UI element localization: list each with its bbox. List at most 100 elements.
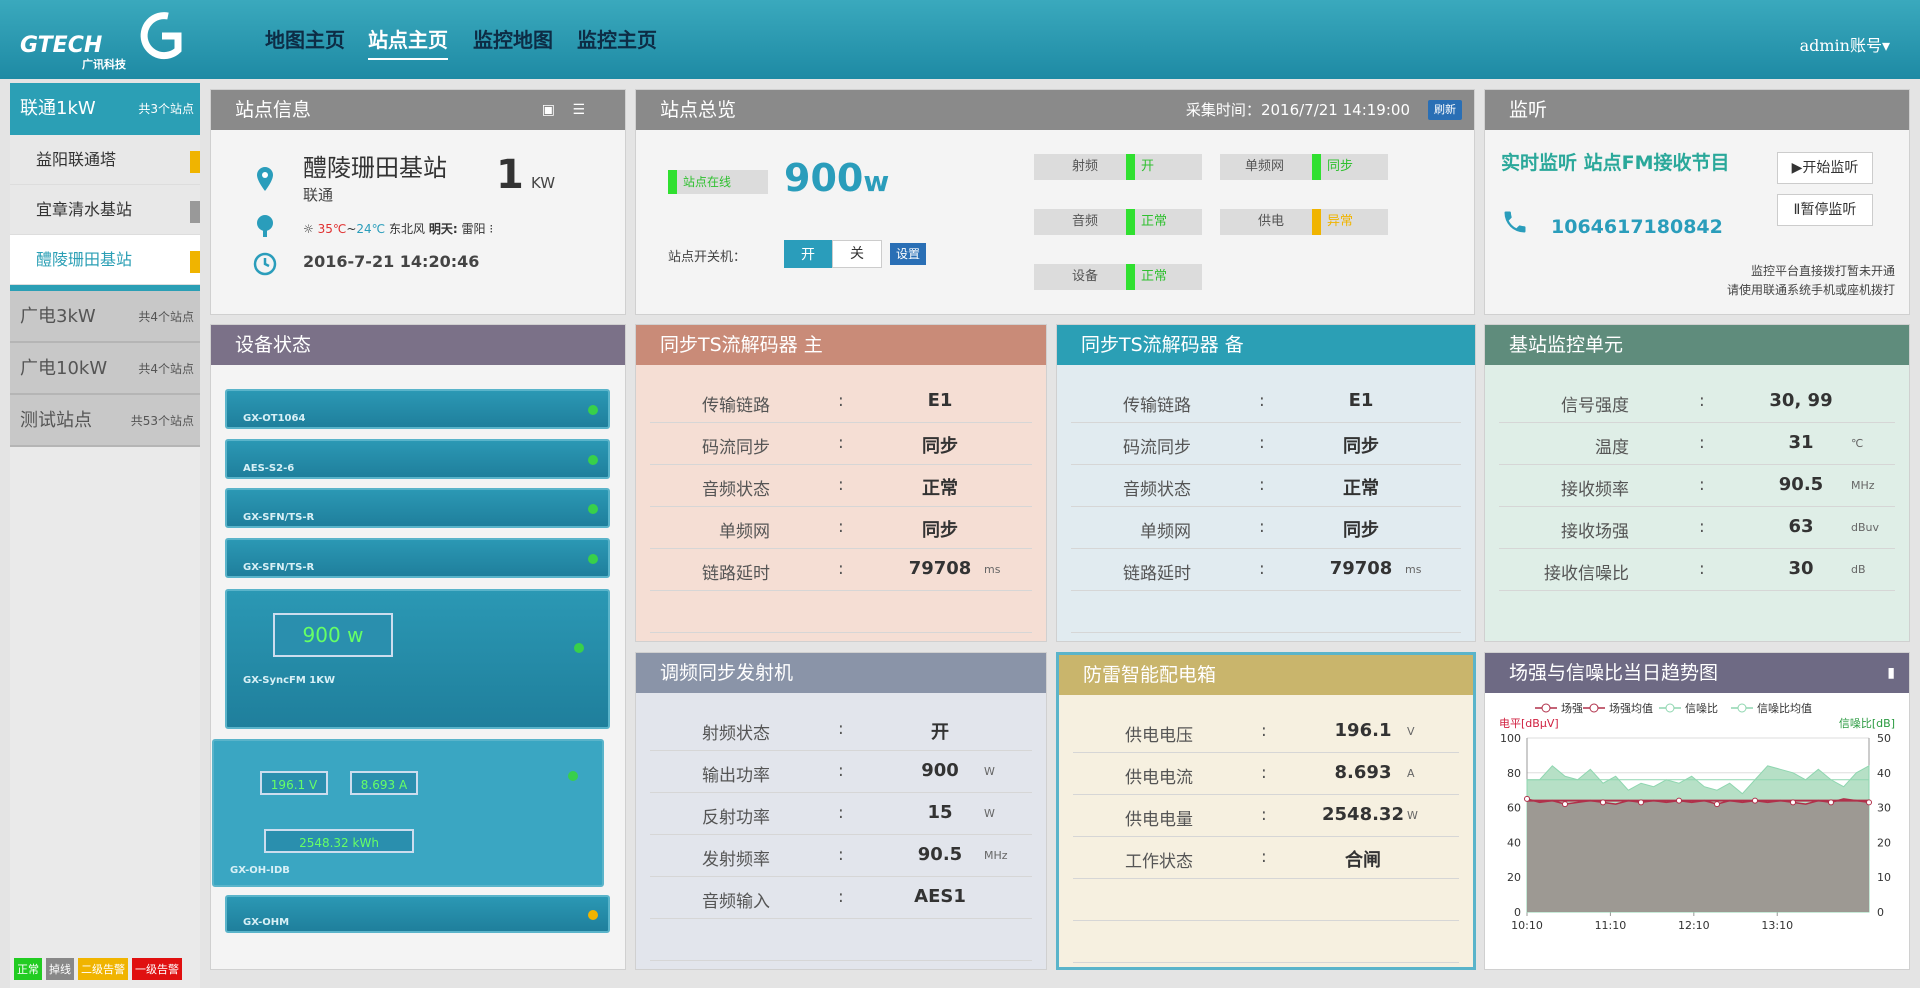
refresh-button[interactable]: 刷新 — [1428, 100, 1462, 120]
power-distribution-panel: 防雷智能配电箱 供电电压:196.1 V 供电电流:8.693 A 供电电量:254… — [1056, 652, 1476, 970]
device-gx-sfn-ts-r-1[interactable]: GX-SFN/TS-R — [225, 488, 610, 528]
legend-marker — [1737, 703, 1747, 713]
top-bar: GTECH 广讯科技 地图主页 站点主页 监控地图 监控主页 admin账号▾ — [0, 0, 1920, 79]
device-label: GX-SFN/TS-R — [243, 562, 315, 573]
x-tick-label: 10:10 — [1511, 919, 1543, 932]
row-colon: : — [838, 887, 844, 907]
collect-label: 采集时间： — [1185, 101, 1261, 119]
device-gx-ohm[interactable]: GX-OHM — [225, 895, 610, 933]
legend-label: 信噪比均值 — [1757, 702, 1812, 715]
status-audio: 音频 正常 — [1034, 209, 1202, 235]
y-tick-label: 80 — [1507, 767, 1521, 780]
group-count: 共3个站点 — [138, 102, 194, 116]
table-row: 传输链路: E1 — [650, 381, 1032, 423]
row-unit: W — [984, 765, 995, 778]
row-colon: : — [1699, 517, 1705, 537]
row-colon: : — [1259, 433, 1265, 453]
sidebar-item-yiyang[interactable]: 益阳联通塔 — [10, 135, 200, 185]
pause-listen-button[interactable]: Ⅱ暂停监听 — [1777, 194, 1873, 226]
row-key: 发射频率 — [702, 850, 770, 870]
row-colon: : — [838, 475, 844, 495]
sidebar-group-test[interactable]: 测试站点 共53个站点 — [10, 395, 200, 447]
row-unit: MHz — [1851, 479, 1875, 492]
row-key: 单频网 — [719, 522, 770, 542]
row-value: 合闸 — [1345, 850, 1381, 871]
bar-chart-icon[interactable]: ▮ — [1887, 653, 1895, 693]
status-value: 正常 — [1141, 269, 1168, 284]
field-strength-area — [1527, 798, 1869, 912]
gtech-logo[interactable]: GTECH 广讯科技 — [18, 8, 188, 70]
list-icon[interactable]: ☰ — [572, 90, 585, 130]
panel-header: 防雷智能配电箱 — [1059, 655, 1473, 695]
field-strength-point — [1600, 799, 1606, 806]
row-key: 工作状态 — [1125, 852, 1193, 872]
start-listen-button[interactable]: ▶开始监听 — [1777, 152, 1873, 184]
sidebar-group-gd-3kw[interactable]: 广电3kW 共4个站点 — [10, 291, 200, 343]
table-row: 码流同步: 同步 — [1071, 423, 1461, 465]
status-bar — [1126, 154, 1135, 180]
status-bar — [1126, 264, 1135, 290]
table-row — [650, 591, 1032, 633]
row-value: E1 — [927, 390, 953, 411]
group-label: 测试站点 — [20, 410, 92, 431]
y2-tick-label: 20 — [1877, 836, 1891, 849]
sidebar-group-unicom-1kw[interactable]: 联通1kW 共3个站点 — [10, 83, 200, 135]
device-gx-ot1064[interactable]: GX-OT1064 — [225, 389, 610, 429]
settings-button[interactable]: 设置 — [890, 243, 926, 265]
status-label: 设备 — [1071, 269, 1098, 284]
status-led — [588, 910, 598, 920]
field-strength-point — [1866, 799, 1872, 806]
nav-map-home[interactable]: 地图主页 — [265, 24, 345, 53]
panel-title: 基站监控单元 — [1509, 334, 1624, 356]
switch-label: 站点开关机： — [668, 250, 747, 265]
panel-header: 站点总览 采集时间：2016/7/21 14:19:00 刷新 — [636, 90, 1474, 130]
current-display: 8.693 A — [350, 771, 418, 795]
panel-header: 同步TS流解码器 备 — [1057, 325, 1475, 365]
power-off-button[interactable]: 关 — [832, 240, 882, 268]
nav-monitor-map[interactable]: 监控地图 — [473, 24, 553, 53]
row-unit: MHz — [984, 849, 1008, 862]
table-row: 输出功率:900 W — [650, 751, 1032, 793]
row-value: 同步 — [922, 436, 958, 457]
device-gx-oh-idb[interactable]: 196.1 V 8.693 A 2548.32 kWh GX-OH-IDB — [212, 739, 604, 887]
row-colon: : — [1699, 391, 1705, 411]
site-operator: 联通 — [303, 186, 334, 204]
table-row: 单频网: 同步 — [650, 507, 1032, 549]
row-colon: : — [1261, 721, 1267, 741]
table-row: 信号强度: 30, 99 — [1499, 381, 1895, 423]
nav-monitor-home[interactable]: 监控主页 — [577, 24, 657, 53]
table-row: 接收场强: 63 dBuv — [1499, 507, 1895, 549]
field-strength-point — [1524, 795, 1530, 802]
row-unit: dB — [1851, 563, 1866, 576]
status-led — [588, 405, 598, 415]
field-strength-point — [1828, 799, 1834, 806]
status-value: 异常 — [1327, 214, 1354, 229]
tomorrow-label: 明天: — [428, 222, 458, 236]
device-gx-syncfm-1kw[interactable]: 900 w GX-SyncFM 1KW — [225, 589, 610, 729]
device-aes-s2-6[interactable]: AES-S2-6 — [225, 439, 610, 479]
site-info-panel: 站点信息 ▣ ☰ 醴陵珊田基站 联通 1 KW ☼ 35℃~24℃ 东北风 明天… — [210, 89, 626, 315]
sidebar-group-gd-10kw[interactable]: 广电10kW 共4个站点 — [10, 343, 200, 395]
row-value: 同步 — [922, 520, 958, 541]
table-row: 码流同步: 同步 — [650, 423, 1032, 465]
device-gx-sfn-ts-r-2[interactable]: GX-SFN/TS-R — [225, 538, 610, 578]
group-label: 广电3kW — [20, 306, 96, 327]
sidebar-item-yizhang[interactable]: 宜章清水基站 — [10, 185, 200, 235]
row-value: 90.5 — [1778, 474, 1824, 495]
row-value: 正常 — [1343, 478, 1379, 499]
status-value: 正常 — [1141, 214, 1168, 229]
site-power-unit: KW — [531, 174, 556, 192]
power-on-button[interactable]: 开 — [784, 240, 832, 268]
account-menu[interactable]: admin账号▾ — [1800, 32, 1890, 56]
row-key: 音频状态 — [1123, 480, 1191, 500]
y2-tick-label: 30 — [1877, 802, 1891, 815]
nav-site-home[interactable]: 站点主页 — [368, 24, 448, 60]
sidebar-item-liling[interactable]: 醴陵珊田基站 — [10, 235, 200, 285]
panel-header: 同步TS流解码器 主 — [636, 325, 1046, 365]
panel-title: 站点信息 — [235, 99, 312, 121]
legend-marker — [1665, 703, 1675, 713]
panel-title: 站点总览 — [660, 99, 737, 121]
panel-title: 防雷智能配电箱 — [1083, 664, 1217, 686]
item-label: 益阳联通塔 — [36, 150, 117, 169]
image-icon[interactable]: ▣ — [542, 90, 555, 130]
